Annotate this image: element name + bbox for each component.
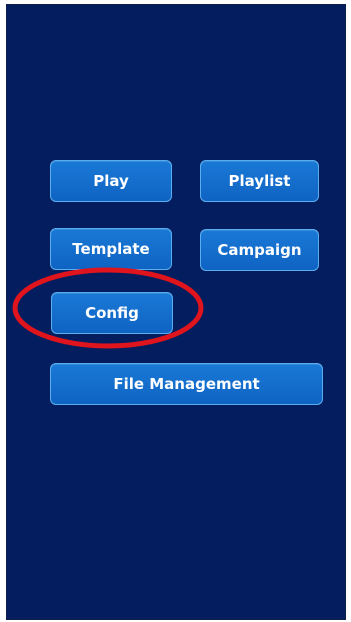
config-button-label: Config xyxy=(85,304,139,322)
play-button-label: Play xyxy=(93,172,129,190)
playlist-button[interactable]: Playlist xyxy=(200,160,319,202)
app-screen: Play Playlist Template Campaign Config F… xyxy=(6,4,346,620)
file-management-button[interactable]: File Management xyxy=(50,363,323,405)
campaign-button[interactable]: Campaign xyxy=(200,229,319,271)
config-button[interactable]: Config xyxy=(51,292,173,334)
file-management-button-label: File Management xyxy=(113,375,260,393)
playlist-button-label: Playlist xyxy=(228,172,291,190)
campaign-button-label: Campaign xyxy=(217,241,302,259)
play-button[interactable]: Play xyxy=(50,160,172,202)
template-button-label: Template xyxy=(72,240,150,258)
template-button[interactable]: Template xyxy=(50,228,172,270)
